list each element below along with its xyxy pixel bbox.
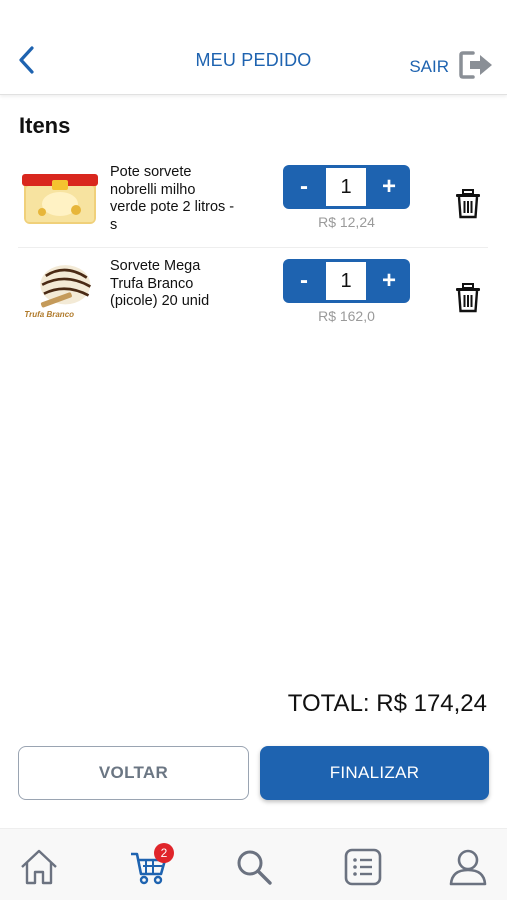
header: MEU PEDIDO SAIR [0, 0, 507, 95]
cart-item: Trufa Branco Sorvete Mega Trufa Branco (… [18, 250, 488, 342]
logout-arrow-icon [459, 51, 492, 79]
product-image [22, 174, 98, 224]
product-image-label: Trufa Branco [24, 310, 74, 319]
cart-count-badge: 2 [154, 843, 174, 863]
order-total: TOTAL: R$ 174,24 [287, 690, 487, 717]
decrease-button[interactable]: - [283, 165, 325, 209]
quantity-field[interactable]: 1 [326, 168, 366, 206]
item-name: Pote sorvete nobrelli milho verde pote 2… [110, 164, 235, 233]
nav-cart[interactable]: 2 [124, 843, 174, 887]
section-title: Itens [19, 113, 71, 138]
cart-item: Pote sorvete nobrelli milho verde pote 2… [18, 156, 488, 248]
nav-orders[interactable] [341, 847, 385, 887]
user-icon [449, 849, 487, 886]
quantity-field[interactable]: 1 [326, 262, 366, 300]
home-icon [21, 849, 57, 885]
item-price: R$ 12,24 [318, 214, 375, 230]
trash-icon [456, 189, 480, 219]
quantity-stepper: - 1 + [283, 165, 410, 209]
remove-item-button[interactable] [454, 188, 482, 220]
nav-home[interactable] [17, 847, 61, 887]
product-image: Trufa Branco [24, 265, 91, 319]
remove-item-button[interactable] [454, 282, 482, 314]
bottom-nav: 2 [0, 828, 507, 900]
increase-button[interactable]: + [368, 165, 410, 209]
item-name: Sorvete Mega Trufa Branco (picole) 20 un… [110, 258, 210, 309]
back-action-button[interactable]: VOLTAR [18, 746, 249, 800]
nav-search[interactable] [232, 847, 276, 887]
increase-button[interactable]: + [368, 259, 410, 303]
decrease-button[interactable]: - [283, 259, 325, 303]
quantity-stepper: - 1 + [283, 259, 410, 303]
list-icon [344, 848, 382, 886]
nav-profile[interactable] [446, 847, 490, 887]
logout-button[interactable]: SAIR [409, 50, 495, 80]
finish-order-button[interactable]: FINALIZAR [260, 746, 489, 800]
trash-icon [456, 283, 480, 313]
item-price: R$ 162,0 [318, 308, 375, 324]
logout-label: SAIR [409, 57, 449, 76]
search-icon [237, 850, 272, 885]
